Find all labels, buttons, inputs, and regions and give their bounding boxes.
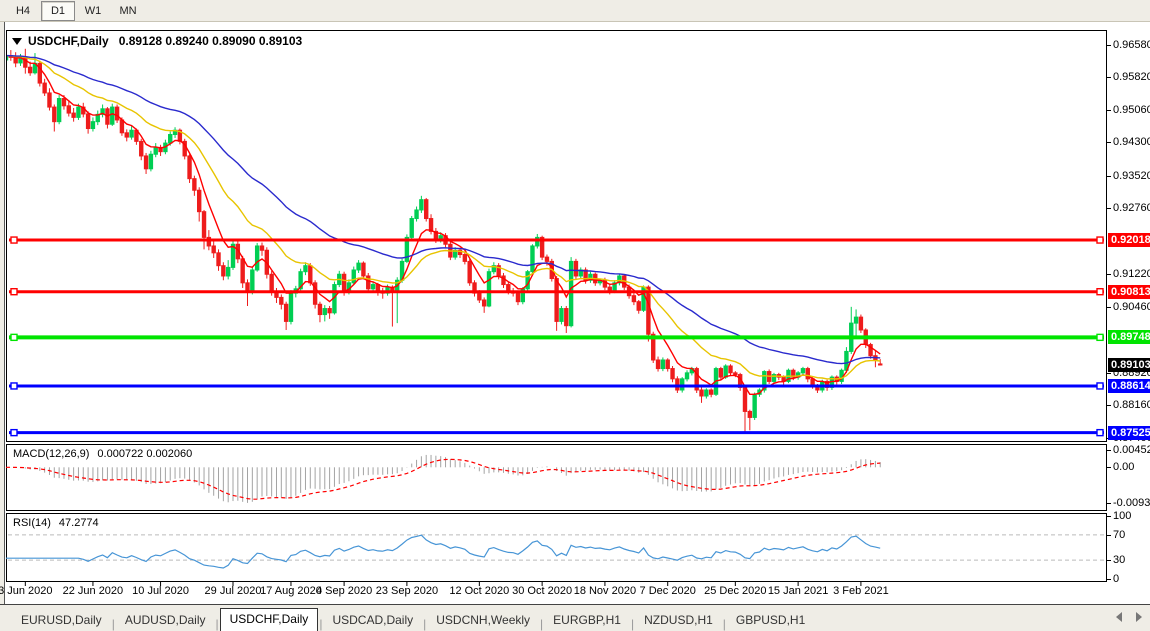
axis-tick-mark [1106, 176, 1111, 177]
date-label: 15 Jan 2021 [768, 585, 829, 597]
ohlc-values: 0.89128 0.89240 0.89090 0.89103 [119, 34, 303, 48]
line-handle[interactable] [1097, 289, 1103, 295]
price-tick-label: 0.94300 [1113, 136, 1150, 148]
slow-ema-line [6, 56, 880, 364]
date-label: 23 Sep 2020 [376, 585, 438, 597]
axis-tick-mark [1106, 516, 1111, 517]
rsi-tick-label: 100 [1113, 510, 1131, 522]
support-resistance-line[interactable] [9, 334, 1104, 340]
rsi-value: 47.2774 [59, 517, 99, 529]
axis-tick-mark [1106, 373, 1111, 374]
price-tick-label: 0.91220 [1113, 268, 1150, 280]
tab-scroll-left-icon[interactable] [1116, 612, 1122, 622]
chart-tab-eurusd[interactable]: EURUSD,Daily [12, 610, 111, 631]
chart-canvas [0, 0, 1150, 631]
macd-signal-line [6, 459, 880, 499]
chart-tab-gbpusd[interactable]: GBPUSD,H1 [727, 610, 814, 631]
price-tick-label: 0.96580 [1113, 39, 1150, 51]
line-handle[interactable] [11, 289, 17, 295]
chart-tab-nzdusd[interactable]: NZDUSD,H1 [635, 610, 722, 631]
level-price-badge: 0.92018 [1108, 233, 1150, 247]
axis-tick-mark [1106, 110, 1111, 111]
chart-tab-usdcnh[interactable]: USDCNH,Weekly [427, 610, 539, 631]
date-label: 7 Dec 2020 [640, 585, 696, 597]
rsi-series [6, 535, 1105, 568]
axis-tick-mark [1106, 45, 1111, 46]
macd-tick-label: -0.009348 [1113, 497, 1150, 509]
axis-tick-mark [1106, 274, 1111, 275]
price-tick-label: 0.95060 [1113, 104, 1150, 116]
level-price-badge: 0.87525 [1108, 426, 1150, 440]
date-label: 4 Sep 2020 [316, 585, 372, 597]
macd-tick-label: 0.004527 [1113, 444, 1150, 456]
date-label: 3 Jun 2020 [0, 585, 53, 597]
axis-tick-mark [1106, 307, 1111, 308]
support-resistance-line[interactable] [9, 430, 1104, 436]
price-tick-label: 0.95820 [1113, 71, 1150, 83]
macd-name: MACD(12,26,9) [13, 448, 89, 460]
moving-averages [6, 56, 880, 395]
chart-title: USDCHF,Daily 0.89128 0.89240 0.89090 0.8… [12, 34, 302, 48]
date-label: 17 Aug 2020 [260, 585, 322, 597]
axis-tick-mark [1106, 560, 1111, 561]
rsi-name: RSI(14) [13, 517, 51, 529]
tab-scroll-controls [1116, 612, 1142, 622]
line-handle[interactable] [1097, 334, 1103, 340]
chart-tab-eurgbp[interactable]: EURGBP,H1 [544, 610, 630, 631]
rsi-label: RSI(14) 47.2774 [13, 517, 99, 529]
date-label: 3 Feb 2021 [833, 585, 889, 597]
line-handle[interactable] [1097, 237, 1103, 243]
support-resistance-line[interactable] [9, 383, 1104, 389]
line-handle[interactable] [11, 334, 17, 340]
axis-tick-mark [1106, 208, 1111, 209]
tab-scroll-right-icon[interactable] [1136, 612, 1142, 622]
price-tick-label: 0.92760 [1113, 202, 1150, 214]
axis-tick-mark [1106, 535, 1111, 536]
chart-tab-usdchf[interactable]: USDCHF,Daily [220, 608, 319, 631]
line-handle[interactable] [11, 430, 17, 436]
price-tick-label: 0.88160 [1113, 399, 1150, 411]
line-handle[interactable] [1097, 430, 1103, 436]
macd-series [6, 455, 880, 503]
macd-label: MACD(12,26,9) 0.000722 0.002060 [13, 448, 192, 460]
chart-tab-usdcad[interactable]: USDCAD,Daily [323, 610, 422, 631]
mt4-window: H4D1W1MN USDCHF,Daily 0.89128 0.89240 0.… [0, 0, 1150, 631]
price-tick-label: 0.90460 [1113, 301, 1150, 313]
line-handle[interactable] [11, 237, 17, 243]
macd-tick-label: 0.00 [1113, 461, 1134, 473]
axis-tick-mark [1106, 450, 1111, 451]
axis-tick-mark [1106, 579, 1111, 580]
date-label: 22 Jun 2020 [63, 585, 124, 597]
date-label: 18 Nov 2020 [574, 585, 636, 597]
line-handle[interactable] [1097, 383, 1103, 389]
axis-tick-mark [1106, 77, 1111, 78]
level-price-badge: 0.89748 [1108, 330, 1150, 344]
rsi-tick-label: 70 [1113, 529, 1125, 541]
axis-tick-mark [1106, 142, 1111, 143]
chart-marker-icon [12, 38, 22, 45]
date-label: 30 Oct 2020 [512, 585, 572, 597]
date-label: 25 Dec 2020 [704, 585, 766, 597]
symbol-label: USDCHF,Daily [28, 34, 109, 48]
chart-tab-bar: EURUSD,Daily|AUDUSD,Daily|USDCHF,Daily|U… [0, 604, 1150, 631]
rsi-tick-label: 30 [1113, 554, 1125, 566]
rsi-line [6, 535, 880, 568]
axis-tick-mark [1106, 405, 1111, 406]
level-price-badge: 0.90813 [1108, 285, 1150, 299]
support-resistance-line[interactable] [9, 237, 1104, 243]
macd-values: 0.000722 0.002060 [97, 448, 192, 460]
current-price-badge: 0.89103 [1108, 358, 1150, 372]
date-label: 10 Jul 2020 [132, 585, 189, 597]
axis-tick-mark [1106, 503, 1111, 504]
axis-tick-mark [1106, 467, 1111, 468]
date-label: 12 Oct 2020 [449, 585, 509, 597]
line-handle[interactable] [11, 383, 17, 389]
rsi-tick-label: 0 [1113, 573, 1119, 585]
fast-ema-line [6, 56, 880, 395]
date-label: 29 Jul 2020 [205, 585, 262, 597]
price-tick-label: 0.93520 [1113, 170, 1150, 182]
mid-ema-line [6, 56, 880, 379]
chart-tab-audusd[interactable]: AUDUSD,Daily [116, 610, 215, 631]
level-price-badge: 0.88614 [1108, 379, 1150, 393]
